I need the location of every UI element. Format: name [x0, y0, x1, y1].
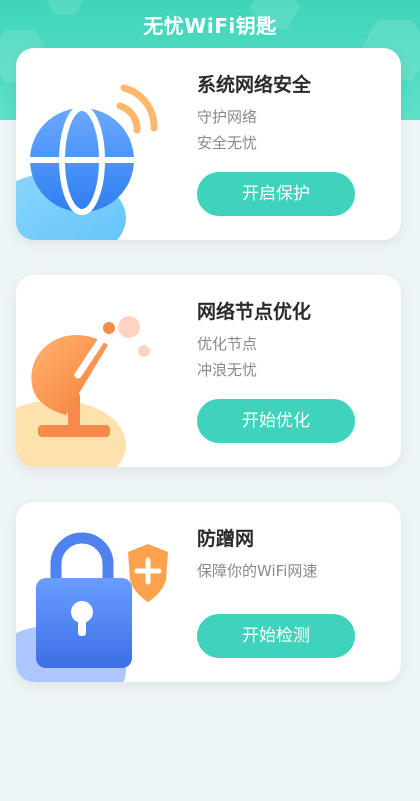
card-subtitle: 冲浪无忧 — [197, 361, 258, 379]
app-title: 无忧WiFi钥匙 — [143, 14, 277, 38]
enable-protection-button[interactable]: 开启保护 — [197, 172, 355, 216]
satellite-dish-icon — [16, 275, 196, 467]
card-node-optimize: 网络节点优化 优化节点 冲浪无忧 开始优化 — [16, 275, 401, 467]
globe-wifi-icon — [16, 48, 196, 240]
card-subtitle: 优化节点 — [197, 335, 258, 353]
start-optimize-button[interactable]: 开始优化 — [197, 399, 355, 443]
card-title: 网络节点优化 — [197, 301, 312, 323]
card-subtitle: 守护网络 — [197, 108, 258, 126]
padlock-shield-icon — [16, 502, 196, 682]
card-title: 系统网络安全 — [197, 74, 312, 96]
card-network-security: 系统网络安全 守护网络 安全无忧 开启保护 — [16, 48, 401, 240]
card-anti-leech: 防蹭网 保障你的WiFi网速 开始检测 — [16, 502, 401, 682]
start-detect-button[interactable]: 开始检测 — [197, 614, 355, 658]
card-title: 防蹭网 — [197, 528, 255, 550]
card-subtitle: 安全无忧 — [197, 134, 258, 152]
card-subtitle: 保障你的WiFi网速 — [197, 562, 318, 580]
